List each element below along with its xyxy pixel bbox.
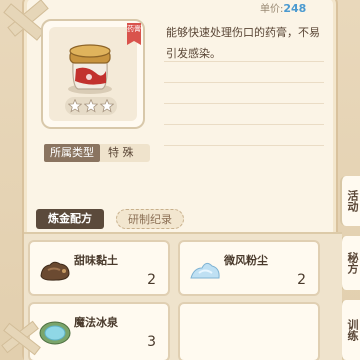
rarity-stars (65, 97, 117, 115)
ingredient-slot[interactable]: 微风粉尘 2 (178, 240, 320, 296)
unit-price: 单价:248 (260, 0, 307, 15)
star-icon (100, 99, 114, 113)
star-icon (68, 99, 82, 113)
ingredient-slot-empty (178, 302, 320, 360)
spring-icon (39, 321, 71, 345)
side-tab-recipe[interactable]: 秘方 (340, 236, 360, 290)
ingredient-count: 3 (147, 334, 156, 350)
ingredient-name: 微风粉尘 (224, 254, 268, 267)
side-tab-label: 活动 (346, 190, 359, 212)
tab-alchemy-recipe[interactable]: 炼金配方 (36, 209, 104, 229)
item-card[interactable]: 药膏 (41, 19, 145, 129)
clay-icon (40, 261, 70, 281)
side-tab-training[interactable]: 训练 (340, 300, 360, 360)
ingredient-name: 魔法冰泉 (74, 316, 118, 329)
side-tab-event[interactable]: 活动 (340, 176, 360, 226)
ingredient-slot[interactable]: 甜味黏土 2 (28, 240, 170, 296)
category-value: 特 殊 (100, 144, 150, 162)
ingredient-count: 2 (297, 272, 306, 288)
ingredient-count: 2 (147, 272, 156, 288)
ingredient-slot[interactable]: 魔法冰泉 3 (28, 302, 170, 360)
ointment-jar-icon (68, 44, 112, 94)
category-label: 所属类型 (44, 144, 100, 162)
ingredient-name: 甜味黏土 (74, 254, 118, 267)
price-label: 单价: (260, 4, 284, 15)
dust-icon (190, 262, 220, 279)
star-icon (84, 99, 98, 113)
price-value: 248 (283, 2, 307, 15)
side-tab-label: 训练 (346, 319, 359, 341)
tab-research-log[interactable]: 研制纪录 (116, 209, 184, 229)
item-description: 能够快速处理伤口的药膏，不易引发感染。 (166, 26, 320, 60)
side-tab-label: 秘方 (346, 252, 359, 274)
